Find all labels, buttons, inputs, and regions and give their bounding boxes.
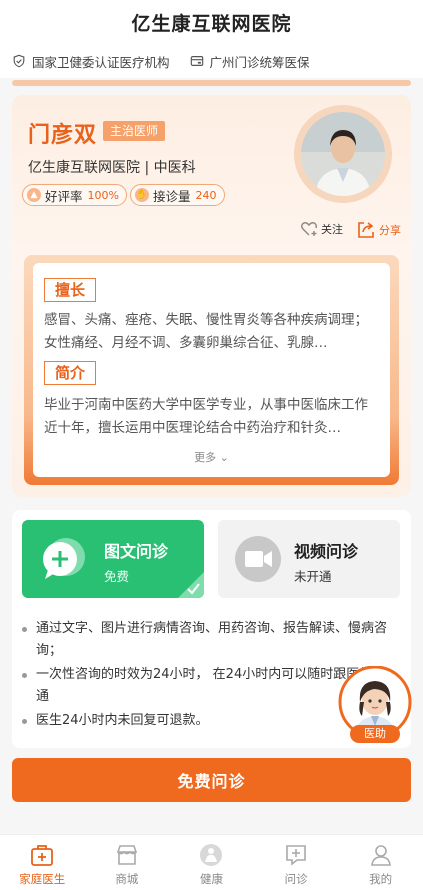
divider-line — [12, 80, 411, 86]
specialty-heading: 擅长 — [44, 278, 97, 302]
profile-icon — [370, 845, 391, 866]
page-title: 亿生康互联网医院 — [131, 12, 292, 35]
option-name: 视频问诊 — [294, 542, 359, 561]
bottom-tab-bar: 家庭医生 商城 健康 问诊 我的 — [0, 834, 423, 890]
tab-mall[interactable]: 商城 — [85, 835, 170, 890]
profile-panel: 擅长 感冒、头痛、痤疮、失眠、慢性胃炎等各种疾病调理；女性痛经、月经不调、多囊卵… — [24, 255, 399, 485]
rating-value: 100% — [87, 188, 119, 202]
selected-check-icon — [178, 572, 204, 598]
doctor-avatar-frame — [294, 105, 392, 203]
tab-consult[interactable]: 问诊 — [254, 835, 339, 890]
health-icon — [200, 844, 223, 866]
option-sub: 免费 — [104, 569, 130, 584]
free-consult-button[interactable]: 免费问诊 — [12, 758, 411, 802]
intro-text: 毕业于河南中医药大学中医学专业，从事中医临床工作近十年，擅长运用中医理论结合中药… — [44, 397, 368, 436]
tab-label: 家庭医生 — [19, 872, 66, 886]
consult-icon — [286, 845, 306, 866]
specialty-text: 感冒、头痛、痤疮、失眠、慢性胃炎等各种疾病调理；女性痛经、月经不调、多囊卵巢综合… — [44, 312, 368, 351]
top-bar: 亿生康互联网医院 — [0, 0, 423, 44]
option-sub: 未开通 — [294, 569, 332, 584]
thumb-up-icon: ▲ — [27, 188, 41, 202]
cert-item-nhc: 国家卫健委认证医疗机构 — [12, 52, 170, 71]
tab-health[interactable]: 健康 — [169, 835, 254, 890]
more-button[interactable]: 更多 ⌄ — [33, 449, 390, 465]
more-label: 更多 — [194, 451, 217, 464]
option-name: 图文问诊 — [104, 542, 169, 561]
doctor-hospital-dept: 亿生康互联网医院 | 中医科 — [28, 160, 196, 176]
doctor-card: 门彦双 主治医师 亿生康互联网医院 | 中医科 ▲ 好评率 100% ✋ 接诊量… — [12, 95, 411, 497]
card-icon — [190, 56, 203, 66]
visits-label: 接诊量 — [153, 188, 191, 204]
assistant-float-button[interactable]: 医助 — [338, 665, 412, 744]
share-label: 分享 — [379, 224, 401, 237]
store-icon — [116, 845, 138, 865]
tab-family-doctor[interactable]: 家庭医生 — [0, 835, 85, 890]
share-button[interactable]: 分享 — [356, 220, 401, 240]
doctor-avatar — [301, 112, 385, 196]
chevron-down-icon: ⌄ — [219, 451, 229, 464]
follow-button[interactable]: 关注 — [300, 220, 343, 238]
tab-label: 健康 — [199, 872, 223, 886]
rating-stat: ▲ 好评率 100% — [22, 184, 127, 206]
doctor-name: 门彦双 — [28, 123, 98, 148]
profile-box: 擅长 感冒、头痛、痤疮、失眠、慢性胃炎等各种疾病调理；女性痛经、月经不调、多囊卵… — [33, 263, 390, 477]
chat-bubble-icon — [43, 538, 85, 579]
cert-label: 国家卫健委认证医疗机构 — [32, 54, 170, 70]
note-item: 通过文字、图片进行病情咨询、用药咨询、报告解读、慢病咨询； — [22, 618, 397, 662]
video-camera-icon — [235, 536, 281, 582]
cert-item-insurance: 广州门诊统筹医保 — [190, 52, 310, 71]
video-consult-option[interactable]: 视频问诊 未开通 — [218, 520, 400, 598]
intro-heading: 简介 — [44, 361, 97, 385]
cert-label: 广州门诊统筹医保 — [209, 54, 310, 70]
rating-label: 好评率 — [45, 188, 83, 204]
visits-value: 240 — [195, 188, 217, 202]
tab-label: 我的 — [369, 872, 393, 886]
shield-check-icon — [13, 54, 25, 68]
follow-label: 关注 — [321, 223, 343, 236]
hand-icon: ✋ — [135, 188, 149, 202]
doctor-title-badge: 主治医师 — [103, 121, 166, 141]
certification-bar: 国家卫健委认证医疗机构 广州门诊统筹医保 — [0, 44, 423, 78]
visits-stat: ✋ 接诊量 240 — [130, 184, 225, 206]
assistant-label: 医助 — [350, 725, 400, 743]
tab-label: 问诊 — [284, 872, 308, 886]
medical-kit-icon — [31, 845, 54, 866]
tab-label: 商城 — [115, 872, 139, 886]
tab-profile[interactable]: 我的 — [338, 835, 423, 890]
heart-plus-icon — [301, 222, 318, 236]
text-consult-option[interactable]: 图文问诊 免费 — [22, 520, 204, 598]
share-icon — [358, 222, 374, 238]
